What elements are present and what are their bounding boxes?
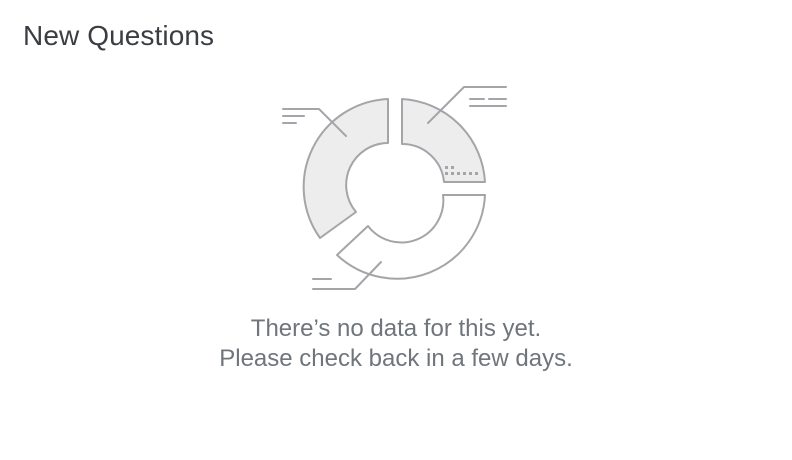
donut-chart-placeholder-icon — [282, 86, 507, 290]
empty-state-line-1: There’s no data for this yet. — [250, 315, 542, 342]
donut-segment-bottom — [336, 194, 486, 280]
donut-segment-top-right — [401, 98, 486, 183]
new-questions-widget: New Questions There’s no data for this y… — [0, 0, 792, 460]
donut-segment-left — [302, 98, 389, 239]
empty-state-message: There’s no data for this yet. Please che… — [0, 314, 792, 374]
empty-state-line-2: Please check back in a few days. — [219, 345, 573, 372]
widget-title: New Questions — [23, 20, 215, 51]
